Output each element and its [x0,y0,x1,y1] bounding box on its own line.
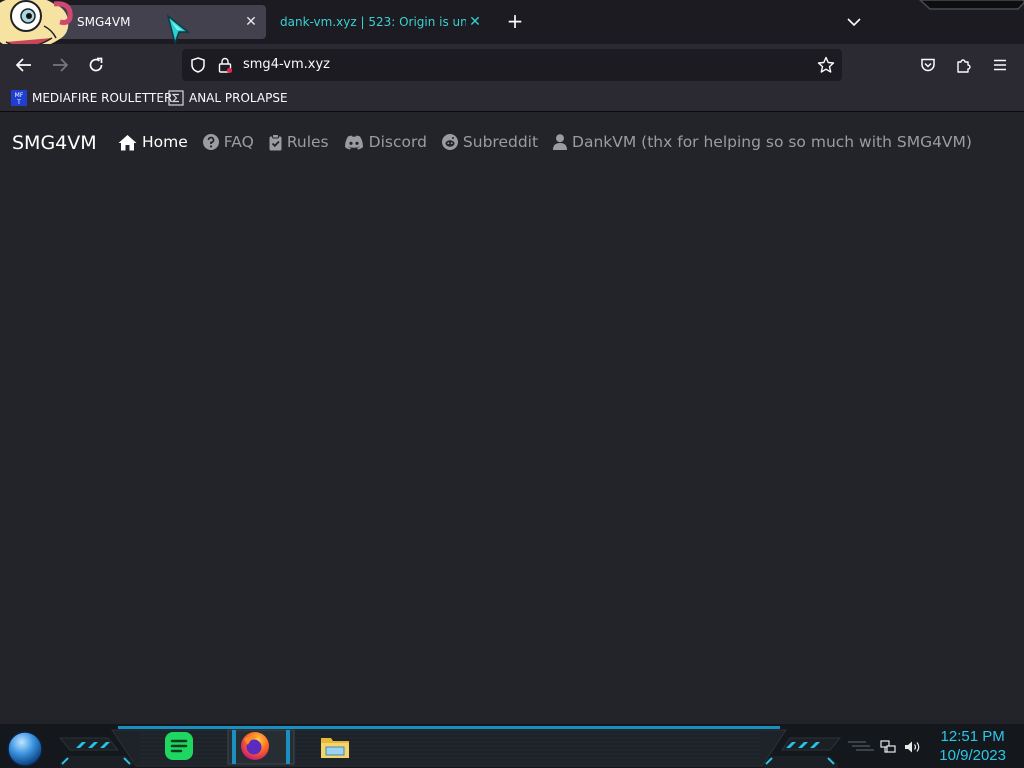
mft-favicon-icon: MFT [11,90,27,106]
mouse-cursor-icon [166,14,191,46]
web-page-content: SMG4VM Home FAQ Rules Discord Subreddit … [0,112,1024,724]
puzzle-piece-icon [957,59,971,73]
file-explorer-icon[interactable] [318,729,352,763]
bookmark-label: ANAL PROLAPSE [189,91,288,105]
home-icon [118,134,137,150]
nav-item-label: Rules [286,133,329,151]
discord-icon [344,135,363,149]
address-bar[interactable]: smg4-vm.xyz [182,49,842,81]
nav-item-label: DankVM (thx for helping so so much with … [572,133,972,151]
nav-item-subreddit[interactable]: Subreddit [441,133,539,151]
firefox-icon[interactable] [238,729,272,763]
tab-title: dank-vm.xyz | 523: Origin is unreachable [280,15,466,29]
nav-item-dankvm[interactable]: DankVM (thx for helping so so much with … [553,133,972,151]
spotify-like-icon[interactable] [162,729,196,763]
tab-dank-vm[interactable]: dank-vm.xyz | 523: Origin is unreachable… [272,5,488,39]
nav-item-faq[interactable]: FAQ [202,133,254,151]
window-frame-corner [918,0,1024,10]
tab-bar: SMG4VM ✕ dank-vm.xyz | 523: Origin is un… [0,0,1024,49]
nav-item-discord[interactable]: Discord [344,133,427,151]
nav-item-label: FAQ [223,133,254,151]
extensions-button[interactable] [953,54,975,76]
reddit-icon [441,134,458,150]
arrow-right-icon [53,58,69,72]
question-circle-icon [202,134,219,150]
bookmark-mediafire-rouletter[interactable]: MF T MEDIAFIRE ROULETTER [11,90,172,106]
svg-text:T: T [16,99,21,106]
reload-icon [89,57,103,72]
pocket-icon [921,58,935,72]
lock-warning-icon[interactable] [218,57,232,73]
volume-icon[interactable] [904,740,922,754]
sigma-favicon-icon [168,90,184,106]
reload-button[interactable] [85,54,107,76]
pocket-button[interactable] [917,54,939,76]
star-bookmark-icon[interactable] [817,56,835,74]
app-menu-button[interactable] [989,54,1011,76]
clipboard-check-icon [269,133,282,150]
chevron-down-icon[interactable] [844,12,864,32]
new-tab-button[interactable]: + [504,10,526,32]
user-icon [553,134,568,150]
clock-time: 12:51 PM [940,728,1005,745]
windows-taskbar: 12:51 PM 10/9/2023 [0,724,1024,768]
nav-item-rules[interactable]: Rules [269,133,329,151]
nav-item-label: Discord [368,133,427,151]
tab-close-icon[interactable]: ✕ [466,13,484,31]
bookmarks-toolbar: MF T MEDIAFIRE ROULETTER ANAL PROLAPSE [0,86,1024,112]
bookmark-label: MEDIAFIRE ROULETTER [32,91,173,105]
arrow-left-icon [15,58,31,72]
clock-date: 10/9/2023 [939,747,1006,764]
svg-text:MF: MF [15,92,24,99]
tab-close-icon[interactable]: ✕ [242,13,260,31]
forward-button[interactable] [49,54,71,76]
navigation-toolbar: smg4-vm.xyz [0,44,1024,86]
url-text: smg4-vm.xyz [243,57,331,72]
nav-item-label: Subreddit [462,133,539,151]
system-clock[interactable]: 12:51 PM 10/9/2023 [939,727,1006,765]
bookmark-anal-prolapse[interactable]: ANAL PROLAPSE [168,90,288,106]
back-button[interactable] [13,54,35,76]
taskbar-theme-art [0,724,1024,768]
site-navigation: Home FAQ Rules Discord Subreddit DankVM … [118,133,987,151]
tab-title: SMG4VM [77,15,131,29]
hamburger-menu-icon [994,59,1006,71]
site-brand[interactable]: SMG4VM [12,132,97,154]
nav-item-home[interactable]: Home [118,133,188,151]
network-icon[interactable] [880,740,896,754]
shield-icon[interactable] [190,57,206,73]
nav-item-label: Home [142,133,188,151]
start-orb-icon[interactable] [6,730,44,768]
